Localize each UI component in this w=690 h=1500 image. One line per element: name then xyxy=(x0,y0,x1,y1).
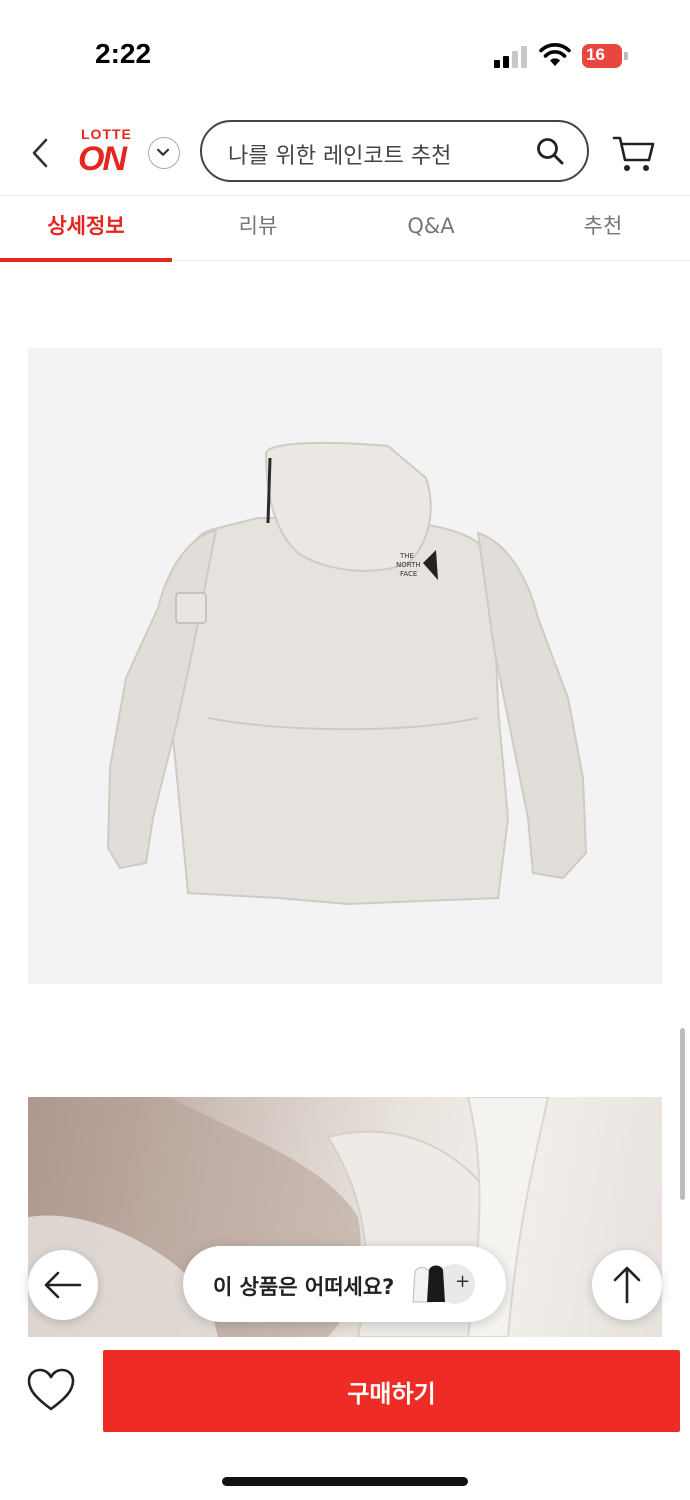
svg-text:FACE: FACE xyxy=(400,570,417,578)
tab-qna[interactable]: Q&A xyxy=(345,196,517,262)
tab-reviews[interactable]: 리뷰 xyxy=(172,196,344,262)
recommend-thumbnails: + xyxy=(411,1262,481,1306)
recommend-text: 이 상품은 어떠세요? xyxy=(213,1275,395,1299)
arrow-up-icon xyxy=(613,1266,641,1304)
svg-text:NORTH: NORTH xyxy=(396,561,421,569)
app-header: LOTTE ON 나를 위한 레인코트 추천 xyxy=(0,110,690,195)
chevron-down-icon xyxy=(156,148,170,156)
product-image-jacket-back: THE NORTH FACE xyxy=(28,348,662,984)
cart-icon[interactable] xyxy=(612,132,656,174)
lotte-on-logo[interactable]: LOTTE ON xyxy=(78,126,136,186)
battery-level: 16 xyxy=(586,45,605,64)
status-time: 2:22 xyxy=(95,38,152,69)
home-indicator[interactable] xyxy=(222,1477,468,1486)
svg-text:THE: THE xyxy=(399,552,414,560)
plus-sign: + xyxy=(455,1271,471,1292)
back-arrow-icon[interactable] xyxy=(26,135,56,171)
status-bar: 2:22 16 xyxy=(0,0,690,100)
wifi-icon xyxy=(539,43,571,66)
search-icon[interactable] xyxy=(535,136,565,166)
search-placeholder: 나를 위한 레인코트 추천 xyxy=(228,144,452,169)
battery-icon: 16 xyxy=(582,44,630,68)
prev-button[interactable] xyxy=(28,1250,98,1320)
cellular-signal-icon xyxy=(494,46,528,68)
product-tabs: 상세정보 리뷰 Q&A 추천 xyxy=(0,195,690,262)
tab-recommend[interactable]: 추천 xyxy=(517,196,689,262)
scroll-top-button[interactable] xyxy=(592,1250,662,1320)
buy-button[interactable]: 구매하기 xyxy=(103,1350,680,1432)
scroll-indicator[interactable] xyxy=(680,1028,685,1200)
arrow-left-icon xyxy=(44,1271,82,1299)
recommend-pill[interactable]: 이 상품은 어떠세요? + xyxy=(183,1246,506,1322)
heart-icon[interactable] xyxy=(26,1368,76,1412)
mall-selector-button[interactable] xyxy=(148,137,180,169)
search-input[interactable]: 나를 위한 레인코트 추천 xyxy=(200,120,589,182)
bottom-action-bar: 구매하기 xyxy=(0,1340,690,1440)
tab-details[interactable]: 상세정보 xyxy=(0,196,172,262)
